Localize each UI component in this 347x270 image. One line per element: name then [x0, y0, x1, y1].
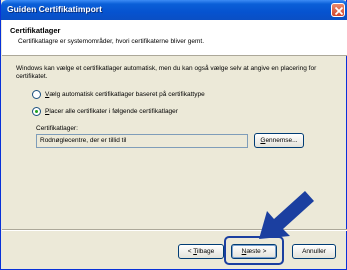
radio-manual-label: Placer alle certifikater i følgende cert…	[45, 108, 178, 115]
cancel-button[interactable]: Annuller	[292, 244, 336, 259]
radio-auto-label: Vælg automatisk certifikatlager baseret …	[45, 91, 205, 98]
window-title: Guiden Certifikatimport	[7, 4, 102, 14]
close-button[interactable]	[331, 3, 345, 17]
store-field: Rodnøglecentre, der er tillid til	[36, 134, 248, 148]
title-bar[interactable]: Guiden Certifikatimport	[1, 0, 347, 20]
browse-button[interactable]: Gennemse...	[254, 133, 304, 148]
radio-auto-indicator[interactable]	[32, 90, 41, 99]
radio-manual-store[interactable]: Placer alle certifikater i følgende cert…	[32, 107, 178, 116]
page-title: Certifikatlager	[10, 26, 61, 35]
radio-manual-indicator[interactable]	[32, 107, 41, 116]
close-icon	[334, 6, 344, 16]
wizard-header: Certifikatlager Certifikatlagre er syste…	[2, 20, 347, 56]
store-label: Certifikatlager:	[36, 125, 78, 132]
pointer-arrow-icon	[259, 191, 314, 239]
wizard-window: Guiden Certifikatimport Certifikatlager …	[0, 0, 347, 270]
radio-auto-store[interactable]: Vælg automatisk certifikatlager baseret …	[32, 90, 205, 99]
description-text: Windows kan vælge et certifikatlager aut…	[16, 65, 317, 80]
back-button[interactable]: < Tilbage	[178, 244, 224, 259]
page-subtitle: Certifikatlagre er systemområder, hvori …	[18, 38, 205, 45]
store-group: Certifikatlager: Rodnøglecentre, der er …	[36, 125, 304, 155]
